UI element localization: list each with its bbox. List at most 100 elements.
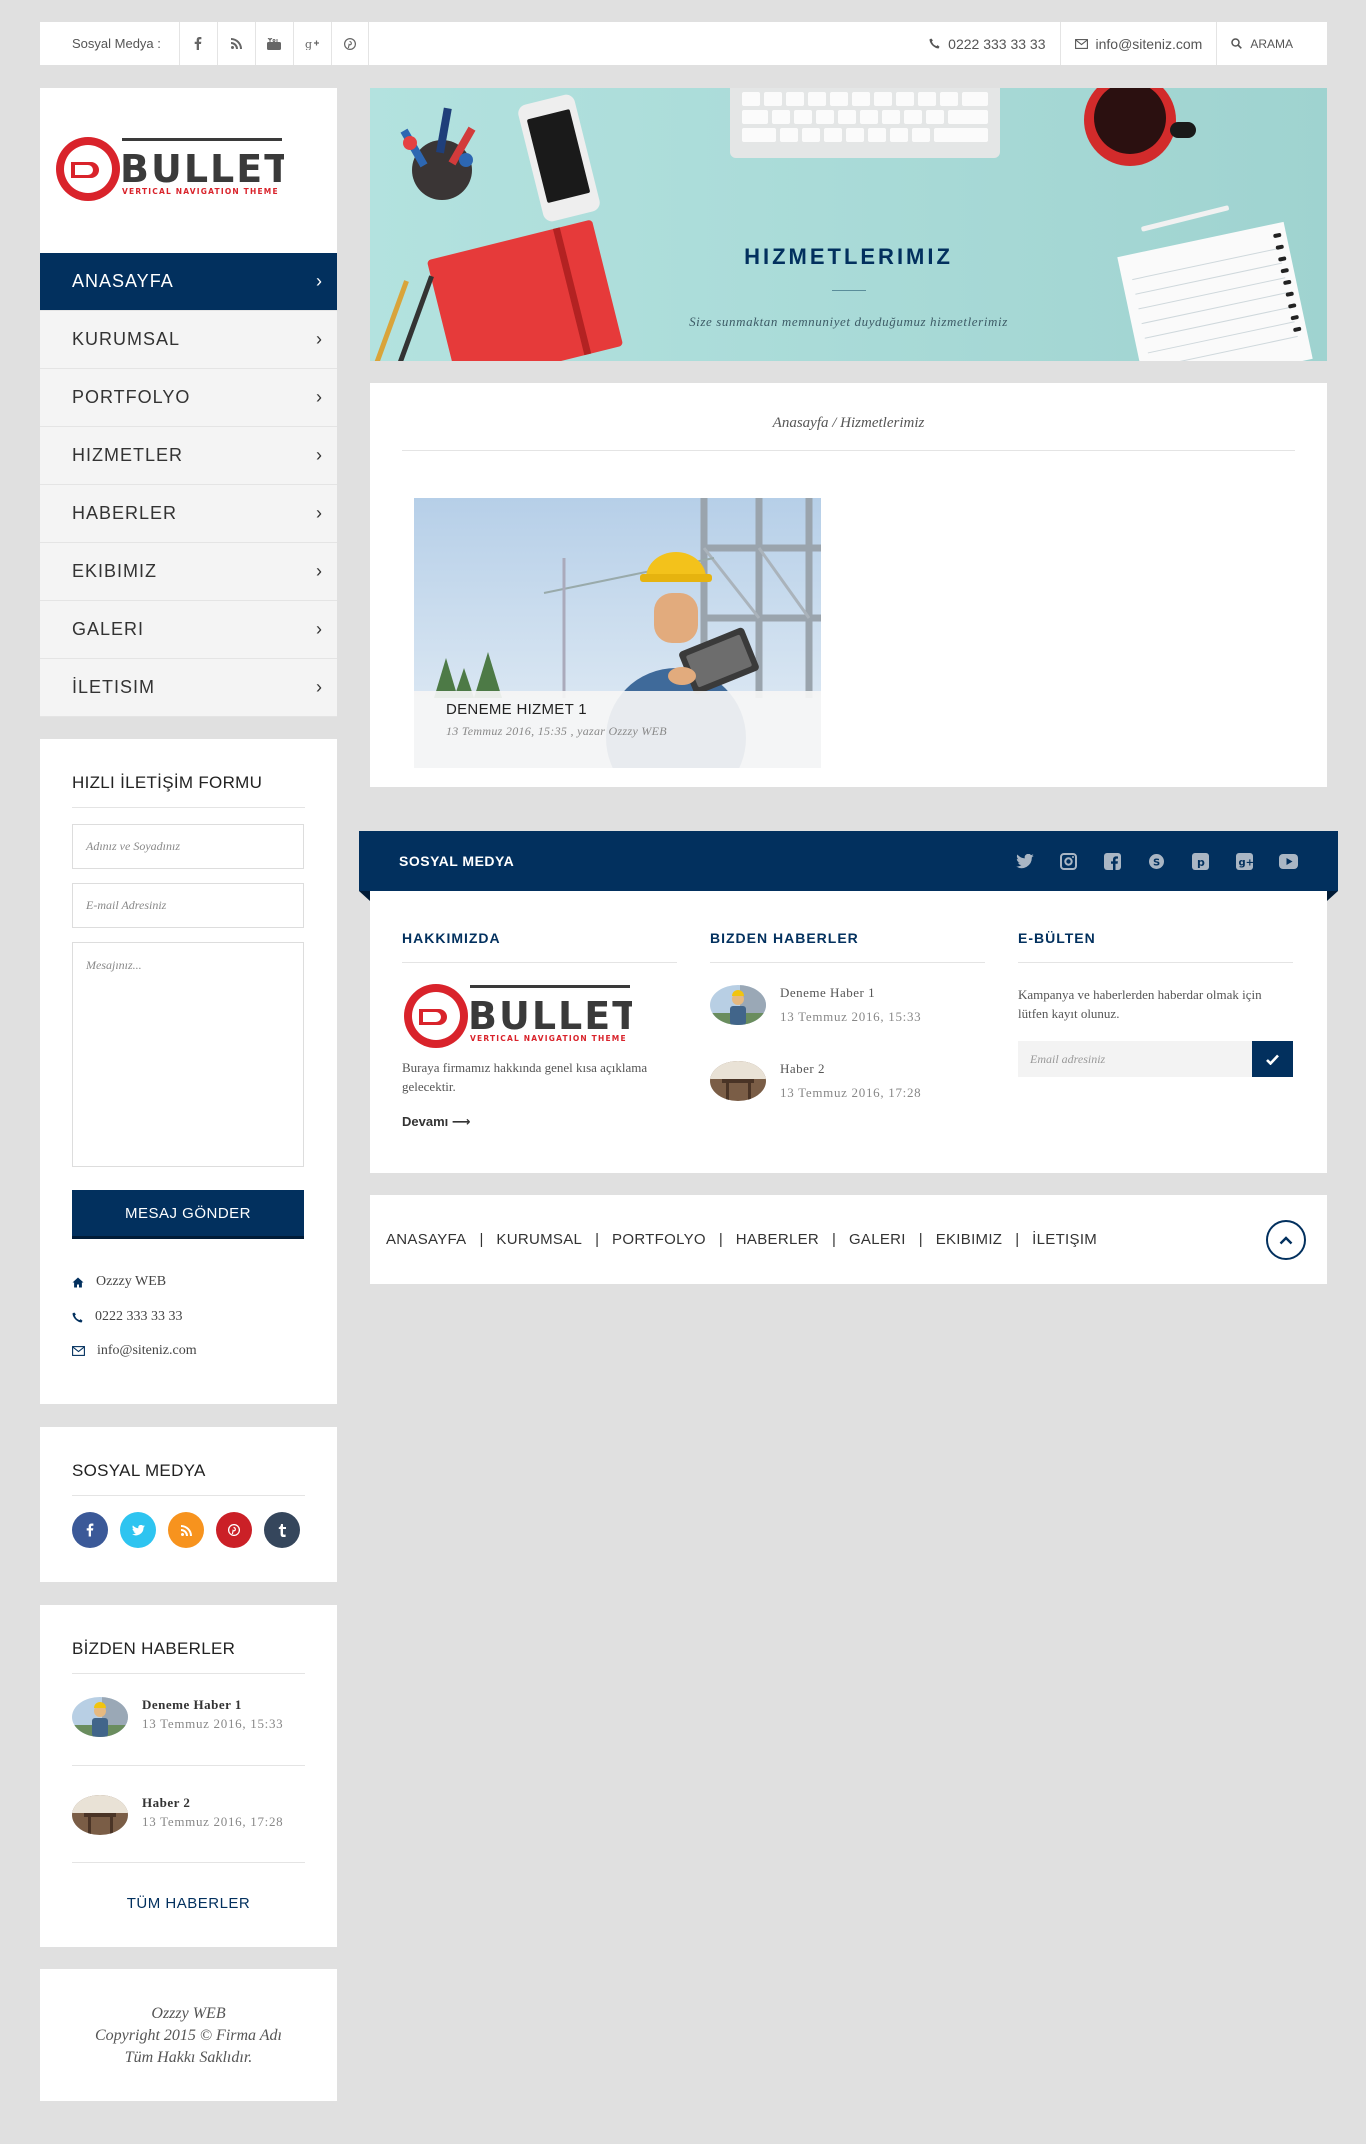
skype-icon[interactable]: S [1147, 852, 1166, 871]
svg-text:BULLET: BULLET [468, 994, 632, 1038]
news-title: Deneme Haber 1 [142, 1697, 242, 1712]
footer-logo[interactable]: BULLET VERTICAL NAVIGATION THEME [402, 983, 677, 1058]
copyright-line: Copyright 2015 © Firma Adı [95, 2027, 282, 2044]
footer-news: BIZDEN HABERLER Deneme Haber 1 13 Temmuz… [710, 930, 985, 1101]
envelope-icon [72, 1346, 85, 1356]
footer-about-text: Buraya firmamız hakkında genel kısa açık… [402, 1060, 648, 1094]
news-thumbnail [72, 1795, 128, 1835]
menu-item-hizmetler[interactable]: HIZMETLER › [40, 427, 337, 485]
search-label: ARAMA [1250, 36, 1293, 51]
menu-item-iletisim[interactable]: İLETISIM › [40, 659, 337, 717]
logo-card: BULLET VERTICAL NAVIGATION THEME [40, 88, 337, 254]
footer-social-icons: S p g+ [1015, 852, 1298, 871]
widget-title: SOSYAL MEDYA [72, 1461, 305, 1496]
footer-nav-iletisim[interactable]: İLETIŞIM [1032, 1231, 1097, 1248]
footer-nav-portfolyo[interactable]: PORTFOLYO [612, 1231, 706, 1248]
menu-item-label: HABERLER [72, 503, 178, 523]
scroll-to-top-button[interactable] [1266, 1220, 1306, 1260]
contact-email[interactable]: info@siteniz.com [72, 1343, 197, 1359]
breadcrumb[interactable]: Anasayfa / Hizmetlerimiz [402, 415, 1295, 451]
pinterest-icon[interactable] [216, 1512, 252, 1548]
news-title: Haber 2 [142, 1795, 191, 1810]
topbar-email[interactable]: info@siteniz.com [1061, 22, 1218, 65]
envelope-icon [1074, 38, 1088, 49]
topbar-email-text: info@siteniz.com [1095, 35, 1203, 52]
menu-item-kurumsal[interactable]: KURUMSAL › [40, 311, 337, 369]
divider [832, 290, 866, 291]
footer-nav-ekibimiz[interactable]: EKIBIMIZ [936, 1231, 1003, 1248]
svg-text:g: g [305, 38, 312, 50]
services-content: Anasayfa / Hizmetlerimiz DENEME HIZMET 1… [370, 383, 1327, 787]
svg-text:p: p [1197, 856, 1205, 869]
chevron-right-icon: › [316, 619, 323, 639]
message-textarea[interactable]: Mesajınız... [72, 942, 304, 1167]
menu-item-label: EKIBIMIZ [72, 561, 158, 581]
youtube-icon[interactable] [1279, 852, 1298, 871]
footer-news-item[interactable]: Haber 2 13 Temmuz 2016, 17:28 [710, 1061, 985, 1101]
contact-phone: 0222 333 33 33 [72, 1309, 183, 1325]
instagram-icon[interactable] [1059, 852, 1078, 871]
facebook-icon[interactable] [178, 22, 217, 65]
footer-nav-haberler[interactable]: HABERLER [736, 1231, 819, 1248]
menu-item-label: KURUMSAL [72, 329, 181, 349]
twitter-icon[interactable] [120, 1512, 156, 1548]
pinterest-icon[interactable] [330, 22, 369, 65]
service-info: DENEME HIZMET 1 13 Temmuz 2016, 15:35 , … [414, 691, 821, 768]
footer-nav-galeri[interactable]: GALERI [849, 1231, 906, 1248]
menu-item-haberler[interactable]: HABERLER › [40, 485, 337, 543]
tumblr-icon[interactable] [264, 1512, 300, 1548]
page-title: HIZMETLERIMIZ [744, 244, 953, 269]
chevron-up-icon [1279, 1235, 1293, 1244]
page-subtitle: Size sunmaktan memnuniyet duyduğumuz hiz… [689, 314, 1008, 329]
news-item[interactable]: Haber 2 13 Temmuz 2016, 17:28 [72, 1795, 305, 1835]
google-plus-icon[interactable]: g+ [1235, 852, 1254, 871]
newsletter-submit-button[interactable] [1252, 1041, 1293, 1077]
footer-nav-anasayfa[interactable]: ANASAYFA [386, 1231, 466, 1248]
all-news-link[interactable]: TÜM HABERLER [40, 1895, 337, 1912]
pinterest-icon[interactable]: p [1191, 852, 1210, 871]
menu-item-label: İLETISIM [72, 677, 156, 697]
footer-social-label: SOSYAL MEDYA [399, 853, 515, 869]
footer-nav-kurumsal[interactable]: KURUMSAL [496, 1231, 582, 1248]
menu-item-portfolyo[interactable]: PORTFOLYO › [40, 369, 337, 427]
google-plus-icon[interactable]: g [292, 22, 331, 65]
brand-logo[interactable]: BULLET VERTICAL NAVIGATION THEME [54, 136, 290, 211]
contact-form-widget: HIZLI İLETİŞİM FORMU Adınız ve Soyadınız… [40, 739, 337, 1404]
news-thumbnail [710, 985, 766, 1025]
chevron-right-icon: › [316, 329, 323, 349]
footer-news-item[interactable]: Deneme Haber 1 13 Temmuz 2016, 15:33 [710, 985, 985, 1025]
brand-name: BULLET [120, 147, 284, 191]
menu-item-galeri[interactable]: GALERI › [40, 601, 337, 659]
facebook-icon[interactable] [1103, 852, 1122, 871]
chevron-right-icon: › [316, 503, 323, 523]
service-card[interactable]: DENEME HIZMET 1 13 Temmuz 2016, 15:35 , … [414, 498, 821, 768]
search-button[interactable]: ARAMA [1217, 22, 1327, 65]
facebook-icon[interactable] [72, 1512, 108, 1548]
menu-item-anasayfa[interactable]: ANASAYFA › [40, 253, 337, 311]
menu-item-ekibimiz[interactable]: EKIBIMIZ › [40, 543, 337, 601]
contact-phone-text: 0222 333 33 33 [95, 1309, 183, 1324]
svg-text:g+: g+ [1239, 857, 1254, 868]
topbar-phone[interactable]: 0222 333 33 33 [915, 22, 1061, 65]
copyright-card: Ozzzy WEB Copyright 2015 © Firma Adı Tüm… [40, 1969, 337, 2101]
news-item[interactable]: Deneme Haber 1 13 Temmuz 2016, 15:33 [72, 1697, 305, 1737]
newsletter-email-input[interactable]: Email adresiniz [1018, 1041, 1252, 1077]
chevron-right-icon: › [316, 445, 323, 465]
service-title[interactable]: DENEME HIZMET 1 [446, 701, 789, 718]
brand-tagline: VERTICAL NAVIGATION THEME [122, 187, 279, 196]
search-icon [1231, 38, 1243, 49]
copyright-line: Ozzzy WEB [151, 2005, 226, 2022]
rss-icon[interactable] [216, 22, 255, 65]
news-thumbnail [710, 1061, 766, 1101]
youtube-icon[interactable] [254, 22, 293, 65]
contact-company: Ozzzy WEB [72, 1274, 166, 1290]
name-input[interactable]: Adınız ve Soyadınız [72, 824, 304, 869]
newsletter-form: Email adresiniz [1018, 1041, 1293, 1077]
rss-icon[interactable] [168, 1512, 204, 1548]
check-icon [1266, 1054, 1279, 1065]
footer-more-link[interactable]: Devamı ⟶ [402, 1114, 677, 1130]
email-input[interactable]: E-mail Adresiniz [72, 883, 304, 928]
twitter-icon[interactable] [1015, 852, 1034, 871]
top-bar: Sosyal Medya : g 0222 333 33 33 info@sit… [40, 22, 1327, 65]
send-message-button[interactable]: MESAJ GÖNDER [72, 1190, 304, 1239]
